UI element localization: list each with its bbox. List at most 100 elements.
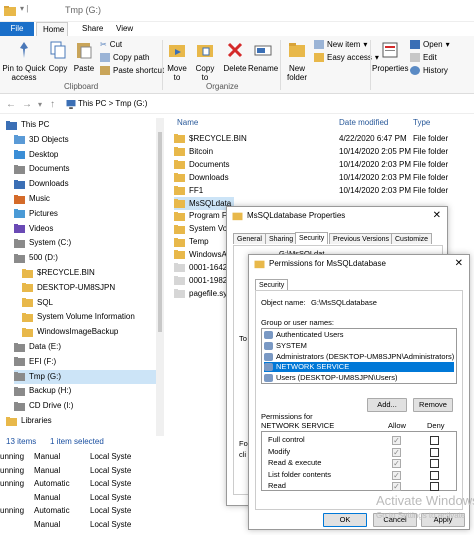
new-folder-button[interactable]: New folder xyxy=(282,40,312,82)
tree-item[interactable]: Videos xyxy=(14,222,156,236)
tree-item[interactable]: CD Drive (I:) xyxy=(14,399,156,413)
file-row[interactable]: 0001-1982. xyxy=(174,274,234,287)
ok-button[interactable]: OK xyxy=(323,513,367,527)
up-icon[interactable]: ↑ xyxy=(50,99,55,110)
allow-checkbox[interactable]: ✓ xyxy=(392,482,401,491)
tree-item[interactable]: DESKTOP-UM8SJPN xyxy=(22,281,156,295)
tree-item[interactable]: This PC xyxy=(6,118,156,132)
user-item[interactable]: NETWORK SERVICE xyxy=(264,362,454,373)
move-to-button[interactable]: Move to xyxy=(164,40,190,82)
file-row[interactable]: pagefile.sys xyxy=(174,287,234,300)
tree-item[interactable]: Desktop xyxy=(14,148,156,162)
tree-item[interactable]: Music xyxy=(14,192,156,206)
tab-view[interactable]: View xyxy=(110,22,139,36)
tab-customize[interactable]: Customize xyxy=(391,233,433,244)
history-button[interactable]: History xyxy=(410,66,448,75)
delete-button[interactable]: Delete xyxy=(222,40,248,73)
add-button[interactable]: Add... xyxy=(367,398,407,412)
paste-shortcut-button[interactable]: Paste shortcut xyxy=(100,66,164,75)
title-bar: ▾ | Tmp (G:) xyxy=(0,0,474,22)
properties-button[interactable]: Properties xyxy=(372,40,408,73)
drive-icon xyxy=(6,120,17,130)
file-row[interactable]: Downloads xyxy=(174,171,234,184)
tree-item-label: Desktop xyxy=(29,149,59,159)
properties-to-text: To xyxy=(239,334,247,343)
tree-item[interactable]: Pictures xyxy=(14,207,156,221)
scrollbar-thumb[interactable] xyxy=(158,132,162,332)
copy-path-button[interactable]: Copy path xyxy=(100,53,149,62)
cut-button[interactable]: ✂ Cut xyxy=(100,40,122,49)
column-name[interactable]: Name xyxy=(177,118,198,127)
tab-security[interactable]: Security xyxy=(295,232,329,244)
file-row[interactable]: $RECYCLE.BIN xyxy=(174,132,247,145)
remove-button[interactable]: Remove xyxy=(413,398,453,412)
file-row[interactable]: WindowsA xyxy=(174,248,234,261)
pin-button[interactable]: Pin to Quick access xyxy=(2,40,46,82)
column-date[interactable]: Date modified xyxy=(339,118,388,127)
file-row[interactable]: MsSQLdata xyxy=(174,196,234,210)
folder-icon xyxy=(174,147,185,157)
column-type[interactable]: Type xyxy=(413,118,430,127)
tree-item[interactable]: 500 (D:) xyxy=(14,251,156,265)
deny-checkbox[interactable] xyxy=(430,436,439,445)
tree-item[interactable]: WindowsImageBackup xyxy=(22,325,156,339)
ribbon-divider xyxy=(280,40,281,90)
user-item[interactable]: Users (DESKTOP-UM8SJPN\Users) xyxy=(264,373,398,383)
file-row[interactable]: FF1 xyxy=(174,184,234,197)
copy-to-button[interactable]: Copy to xyxy=(192,40,218,82)
tree-item[interactable]: Data (E:) xyxy=(14,340,156,354)
allow-checkbox[interactable]: ✓ xyxy=(392,447,401,457)
user-item[interactable]: SYSTEM xyxy=(264,341,307,351)
tree-item[interactable]: SQL xyxy=(22,296,156,310)
file-row[interactable]: System Vo xyxy=(174,222,234,235)
tab-general[interactable]: General xyxy=(233,233,266,244)
tree-item[interactable]: EFI (F:) xyxy=(14,355,156,369)
deny-checkbox[interactable] xyxy=(430,470,439,480)
tree-item[interactable]: 3D Objects xyxy=(14,133,156,147)
breadcrumb[interactable]: This PC > Tmp (G:) xyxy=(78,99,147,108)
file-row[interactable]: 0001-1642. xyxy=(174,261,234,274)
user-list[interactable]: Authenticated Users SYSTEM Administrators … xyxy=(261,328,457,384)
back-icon[interactable]: ← xyxy=(6,99,16,110)
tab-file[interactable]: File xyxy=(0,22,34,36)
tab-previous-versions[interactable]: Previous Versions xyxy=(329,233,394,244)
window-title: Tmp (G:) xyxy=(65,5,101,15)
close-icon[interactable]: ✕ xyxy=(433,207,441,225)
recent-dropdown-icon[interactable]: ▾ xyxy=(38,100,42,109)
copy-button[interactable]: Copy xyxy=(46,40,70,73)
tree-item[interactable]: Backup (H:) xyxy=(14,384,156,398)
file-row[interactable]: Bitcoin xyxy=(174,145,234,158)
allow-checkbox[interactable]: ✓ xyxy=(392,436,401,445)
file-row[interactable]: Temp xyxy=(174,235,234,248)
tree-item[interactable]: $RECYCLE.BIN xyxy=(22,266,156,280)
tree-item[interactable]: Libraries xyxy=(6,414,156,428)
deny-checkbox[interactable] xyxy=(430,482,439,491)
deny-checkbox[interactable] xyxy=(430,447,439,457)
file-row[interactable]: Documents xyxy=(174,158,234,171)
open-button[interactable]: Open ▾ xyxy=(410,40,450,49)
tab-home[interactable]: Home xyxy=(36,22,68,36)
quick-access-toolbar[interactable]: ▾ | xyxy=(20,4,28,13)
file-row[interactable]: Program F xyxy=(174,209,234,222)
allow-checkbox[interactable]: ✓ xyxy=(392,470,401,480)
tree-item-label: Documents xyxy=(29,164,70,174)
tree-scrollbar[interactable] xyxy=(156,118,164,436)
tree-item[interactable]: Documents xyxy=(14,162,156,176)
tab-share[interactable]: Share xyxy=(76,22,109,36)
tab-sharing[interactable]: Sharing xyxy=(265,233,298,244)
forward-icon[interactable]: → xyxy=(22,99,32,110)
close-icon[interactable]: ✕ xyxy=(455,255,463,273)
file-date: 4/22/2020 6:47 PM xyxy=(339,134,407,143)
allow-checkbox[interactable]: ✓ xyxy=(392,459,401,468)
deny-checkbox[interactable] xyxy=(430,459,439,468)
tree-item[interactable]: System Volume Information xyxy=(22,310,156,324)
tree-item[interactable]: Downloads xyxy=(14,177,156,191)
tree-item[interactable]: System (C:) xyxy=(14,236,156,250)
rename-button[interactable]: Rename xyxy=(248,40,278,73)
paste-button[interactable]: Paste xyxy=(72,40,96,73)
tree-item[interactable]: Tmp (G:) xyxy=(14,369,156,384)
user-item[interactable]: Administrators (DESKTOP-UM8SJPN\Administ… xyxy=(264,352,454,362)
user-item[interactable]: Authenticated Users xyxy=(264,330,344,340)
edit-button[interactable]: Edit xyxy=(410,53,437,62)
new-item-button[interactable]: New item ▾ xyxy=(314,40,367,49)
